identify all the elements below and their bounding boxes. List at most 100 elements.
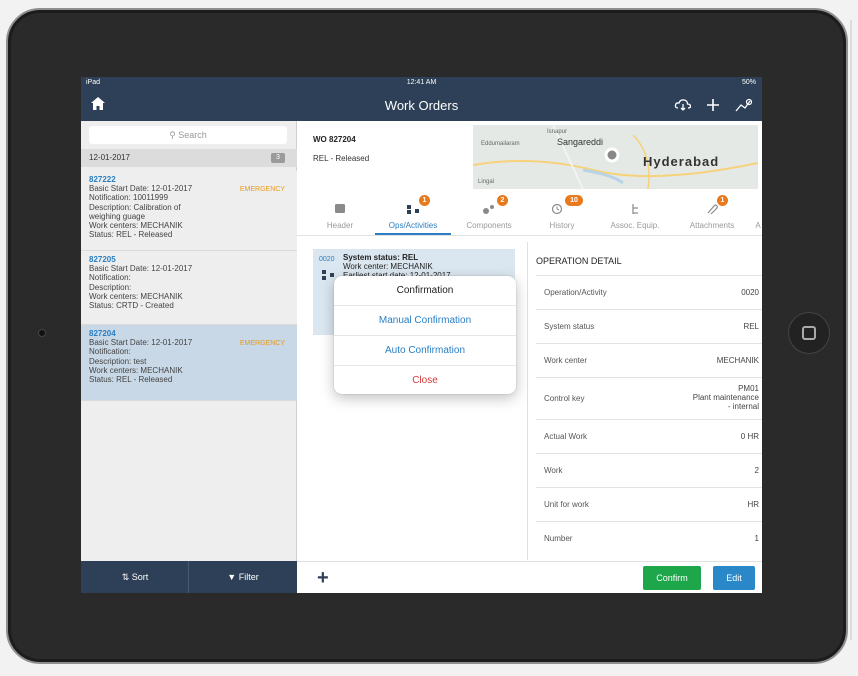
emergency-tag: EMERGENCY: [239, 340, 285, 347]
wo-id: 827204: [89, 329, 116, 338]
map-label-hyderabad: Hyderabad: [643, 154, 719, 169]
detail-value: REL: [743, 322, 759, 331]
work-order-list-panel: ⚲ Search 12-01-2017 3 827222 Basic Start…: [81, 121, 297, 593]
detail-key: Operation/Activity: [544, 288, 607, 297]
filter-label: Filter: [238, 572, 259, 582]
dialog-title: Confirmation: [396, 285, 454, 296]
gears-icon: [483, 205, 494, 214]
paperclip-icon: [707, 204, 718, 215]
list-item[interactable]: 827205 Basic Start Date: 12-01-2017 Noti…: [81, 251, 297, 325]
detail-row: Number 1: [536, 521, 762, 555]
search-placeholder: Search: [178, 130, 207, 140]
wo-line: Status: REL - Released: [89, 375, 173, 385]
list-item-selected[interactable]: 827204 Basic Start Date: 12-01-2017 Noti…: [81, 325, 297, 401]
detail-key: Control key: [544, 394, 585, 403]
date-count-badge: 3: [271, 153, 285, 163]
search-input[interactable]: ⚲ Search: [89, 126, 287, 144]
detail-value: HR: [747, 500, 759, 509]
tab-label: History: [549, 221, 575, 230]
op-workcenter: Work center: MECHANIK: [343, 262, 433, 271]
tab-history[interactable]: 10 History: [527, 195, 597, 235]
clock: 12:41 AM: [406, 79, 437, 86]
detail-row: Work 2: [536, 453, 762, 487]
tab-header[interactable]: Header: [305, 195, 375, 235]
op-number: 0020: [319, 256, 335, 263]
map-label-isnapur: Isnapur: [547, 129, 567, 135]
detail-key: System status: [544, 322, 595, 331]
detail-value: 0 HR: [740, 432, 759, 441]
sort-button[interactable]: ⇅ Sort: [81, 561, 189, 593]
tab-attachments[interactable]: 1 Attachments: [673, 195, 751, 235]
confirm-button[interactable]: Confirm: [643, 566, 701, 590]
detail-row: Actual Work 0 HR: [536, 419, 762, 453]
detail-footer: + Confirm Edit: [297, 561, 762, 593]
header-doc-icon: [335, 204, 345, 213]
detail-key: Work: [544, 466, 563, 475]
edit-button[interactable]: Edit: [713, 566, 755, 590]
tab-badge: 10: [565, 195, 583, 206]
home-hardware-button[interactable]: [788, 312, 830, 354]
map-label-eddumailaram: Eddumailaram: [481, 141, 520, 147]
wo-line: Status: REL - Released: [89, 230, 173, 240]
wo-line: Status: CRTD - Created: [89, 301, 174, 311]
sort-label: Sort: [131, 572, 149, 582]
tab-label: Components: [466, 221, 512, 230]
detail-value: PM01 Plant maintenance - internal: [692, 384, 759, 411]
list-footer: ⇅ Sort ▼ Filter: [81, 561, 297, 593]
detail-key: Work center: [544, 356, 587, 365]
filter-button[interactable]: ▼ Filter: [189, 561, 297, 593]
tab-divider: [297, 235, 762, 236]
manual-confirmation-option[interactable]: Manual Confirmation: [334, 305, 516, 335]
close-option[interactable]: Close: [334, 365, 516, 394]
cloud-sync-icon[interactable]: [674, 97, 692, 113]
battery-label: 50%: [741, 79, 756, 86]
home-square-icon: [802, 326, 816, 340]
confirmation-dialog: Confirmation Manual Confirmation Auto Co…: [334, 276, 516, 394]
detail-row: Operation/Activity 0020: [536, 275, 762, 309]
tab-assoc-equip[interactable]: Assoc. Equip.: [597, 195, 673, 235]
detail-value: 1: [754, 534, 759, 543]
wo-id: 827205: [89, 255, 116, 264]
edge-line: [850, 20, 852, 640]
detail-value: 0020: [741, 288, 759, 297]
tab-bar: Header 1 Ops/Activities 2 Components 10 …: [297, 195, 762, 235]
nav-bar: Work Orders: [81, 89, 762, 121]
wo-line: Work centers: MECHANIK: [89, 221, 183, 231]
detail-row: Unit for work HR: [536, 487, 762, 521]
list-item[interactable]: 827222 Basic Start Date: 12-01-2017 Noti…: [81, 171, 297, 251]
wo-line: Notification: 10011999: [89, 193, 169, 203]
date-section-header: 12-01-2017 3: [81, 149, 297, 167]
add-operation-button[interactable]: +: [317, 568, 329, 588]
tab-badge: 2: [497, 195, 508, 206]
detail-key: Unit for work: [544, 500, 589, 509]
wo-line: Description: Calibration of: [89, 202, 181, 212]
wo-line: Description: test: [89, 356, 147, 366]
wo-line: Work centers: MECHANIK: [89, 291, 183, 301]
tab-badge: 1: [419, 195, 430, 206]
wo-id: 827222: [89, 175, 116, 184]
detail-row: Control key PM01 Plant maintenance - inte…: [536, 377, 762, 419]
detail-key: Actual Work: [544, 432, 587, 441]
map-label-lingal: Lingal: [478, 179, 494, 185]
add-icon[interactable]: [704, 97, 722, 113]
detail-value: MECHANIK: [716, 356, 759, 365]
operation-detail: OPERATION DETAIL Operation/Activity 0020 …: [527, 242, 762, 560]
wo-line: Basic Start Date: 12-01-2017: [89, 264, 193, 274]
hierarchy-icon: [632, 204, 638, 214]
wo-line: Work centers: MECHANIK: [89, 365, 183, 375]
map-route-icon[interactable]: [735, 97, 753, 113]
location-map[interactable]: Eddumailaram Isnapur Sangareddi Hyderaba…: [473, 125, 758, 189]
tab-more[interactable]: A: [751, 195, 762, 235]
auto-confirmation-option[interactable]: Auto Confirmation: [334, 335, 516, 365]
filter-icon: ▼: [227, 572, 237, 582]
tab-ops-activities[interactable]: 1 Ops/Activities: [375, 195, 451, 235]
camera: [38, 329, 46, 337]
wo-status: REL - Released: [313, 154, 370, 163]
tab-components[interactable]: 2 Components: [451, 195, 527, 235]
wo-line: weighing guage: [89, 211, 146, 221]
detail-row: System status REL: [536, 309, 762, 343]
wo-line: Notification:: [89, 273, 131, 283]
map-label-sangareddi: Sangareddi: [557, 137, 603, 147]
tab-label: Attachments: [689, 221, 735, 230]
wo-line: Notification:: [89, 347, 131, 357]
